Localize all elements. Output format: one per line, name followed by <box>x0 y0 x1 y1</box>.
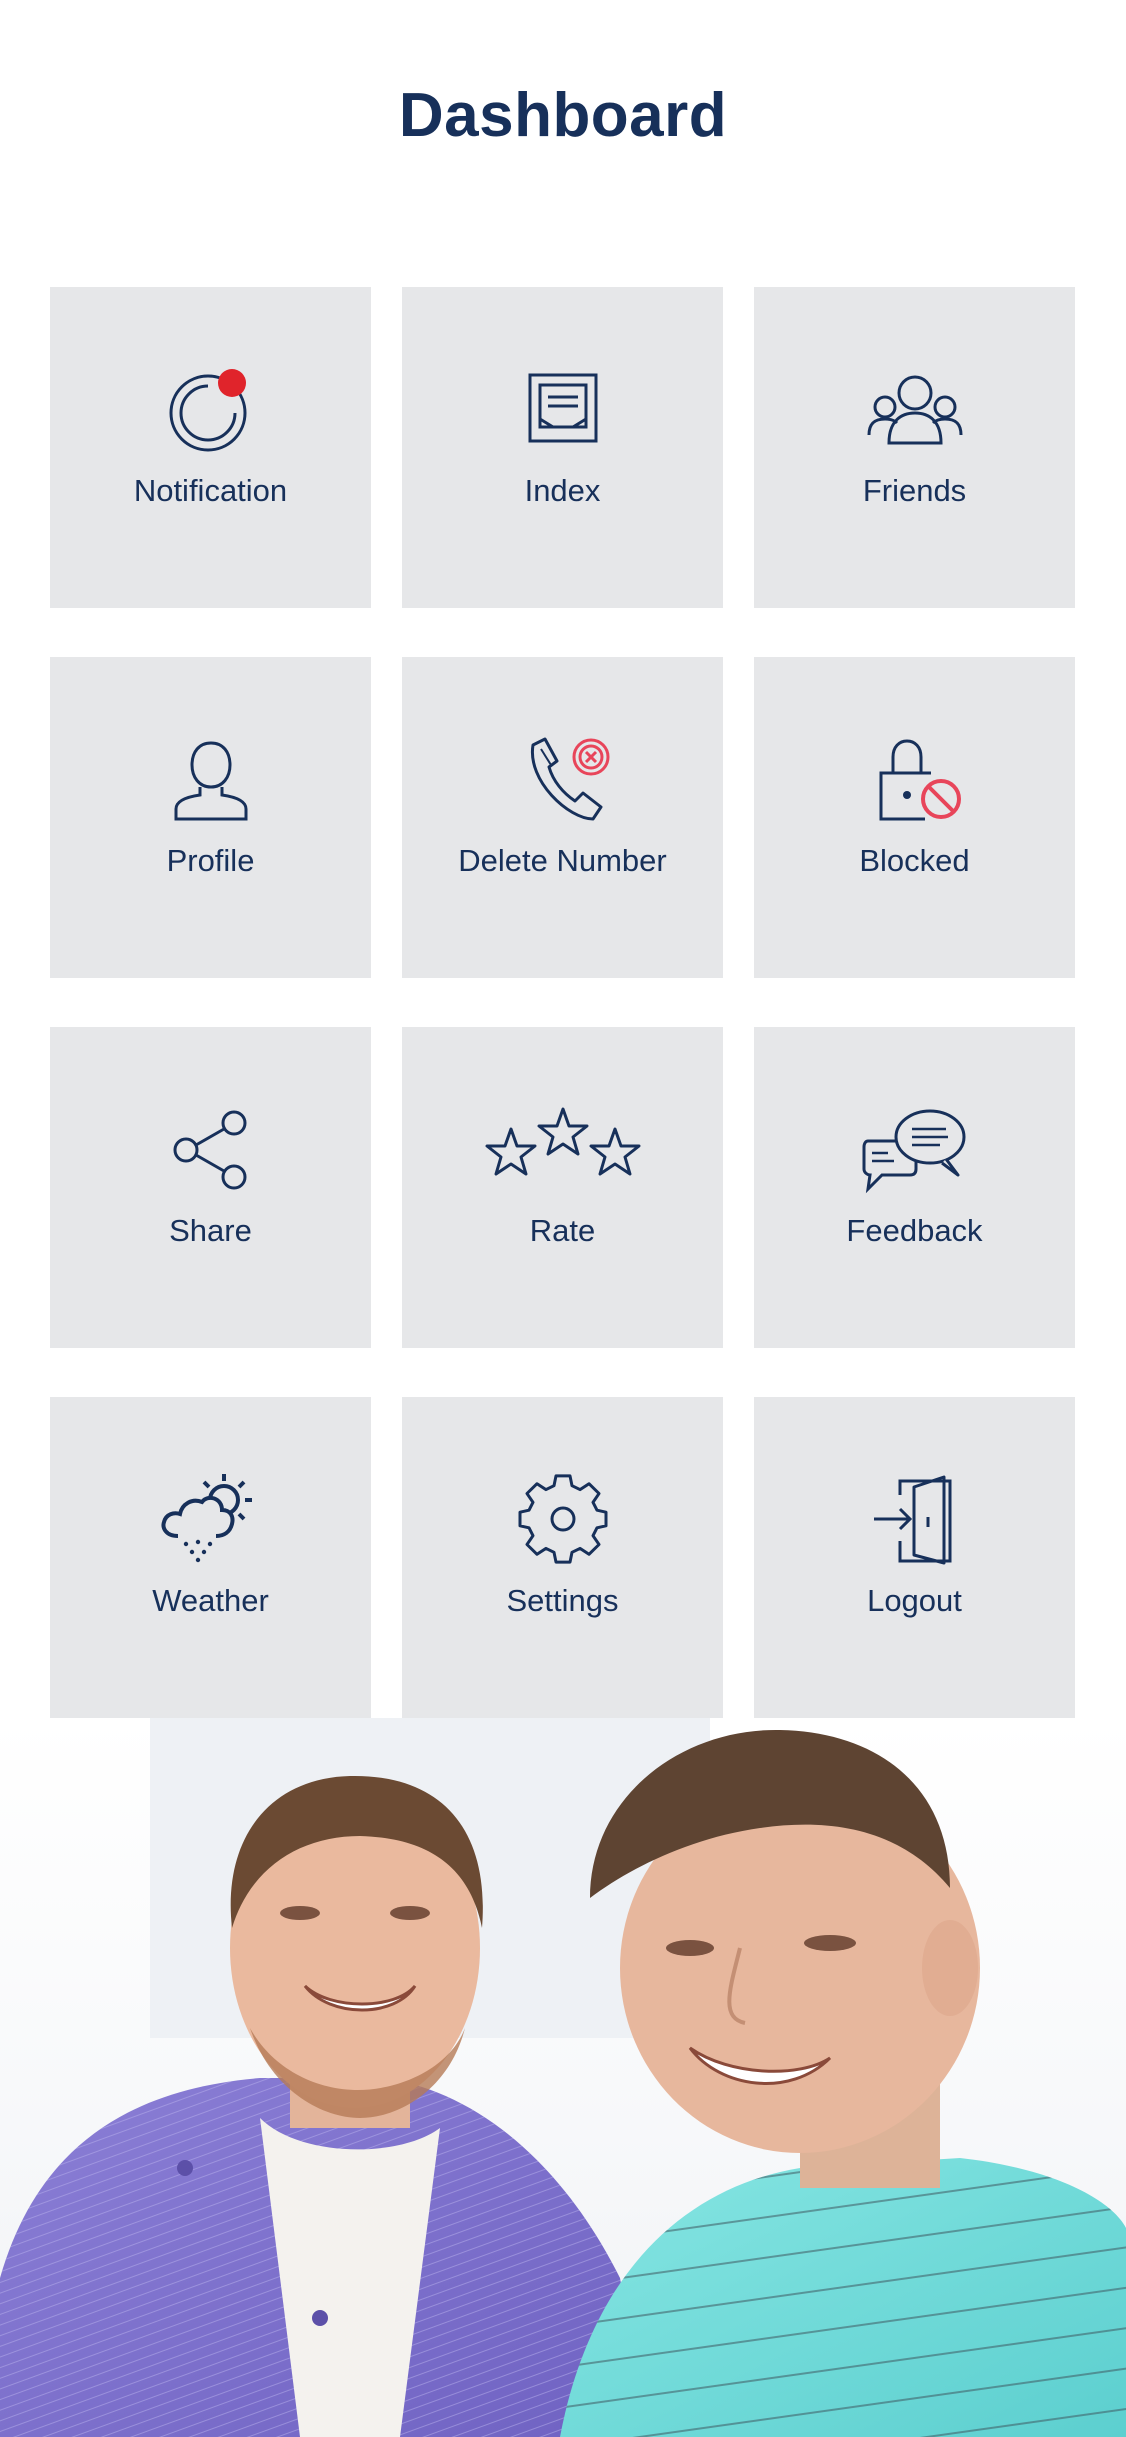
page-title: Dashboard <box>398 81 728 150</box>
tile-label: Delete Number <box>458 843 667 878</box>
delete-number-icon <box>402 735 723 825</box>
tile-label: Profile <box>166 843 255 878</box>
tile-settings[interactable]: Settings <box>402 1397 723 1718</box>
settings-icon <box>402 1474 723 1565</box>
logout-icon <box>754 1475 1075 1565</box>
profile-icon <box>50 735 371 825</box>
tile-label: Feedback <box>846 1213 983 1248</box>
tile-weather[interactable]: Weather <box>50 1397 371 1718</box>
tile-feedback[interactable]: Feedback <box>754 1027 1075 1348</box>
two-men-smiling-photo <box>0 1718 1126 2437</box>
friends-icon <box>754 365 1075 455</box>
blocked-icon <box>754 735 1075 825</box>
tile-friends[interactable]: Friends <box>754 287 1075 608</box>
tile-label: Weather <box>152 1583 269 1618</box>
tile-share[interactable]: Share <box>50 1027 371 1348</box>
tile-label: Share <box>169 1213 252 1248</box>
tile-notification[interactable]: Notification <box>50 287 371 608</box>
tile-profile[interactable]: Profile <box>50 657 371 978</box>
share-icon <box>50 1105 371 1195</box>
tile-label: Logout <box>867 1583 962 1618</box>
rate-icon <box>402 1105 723 1195</box>
tile-label: Friends <box>862 473 967 508</box>
tile-blocked[interactable]: Blocked <box>754 657 1075 978</box>
index-icon <box>402 365 723 455</box>
tile-logout[interactable]: Logout <box>754 1397 1075 1718</box>
weather-icon <box>50 1474 371 1565</box>
notification-icon <box>50 365 371 455</box>
tile-label: Blocked <box>859 843 970 878</box>
tile-rate[interactable]: Rate <box>402 1027 723 1348</box>
tile-index[interactable]: Index <box>402 287 723 608</box>
tile-label: Notification <box>133 473 288 508</box>
tile-label: Rate <box>529 1213 596 1248</box>
feedback-icon <box>754 1105 1075 1195</box>
tile-delete-number[interactable]: Delete Number <box>402 657 723 978</box>
tile-label: Index <box>524 473 601 508</box>
tile-label: Settings <box>506 1583 619 1618</box>
